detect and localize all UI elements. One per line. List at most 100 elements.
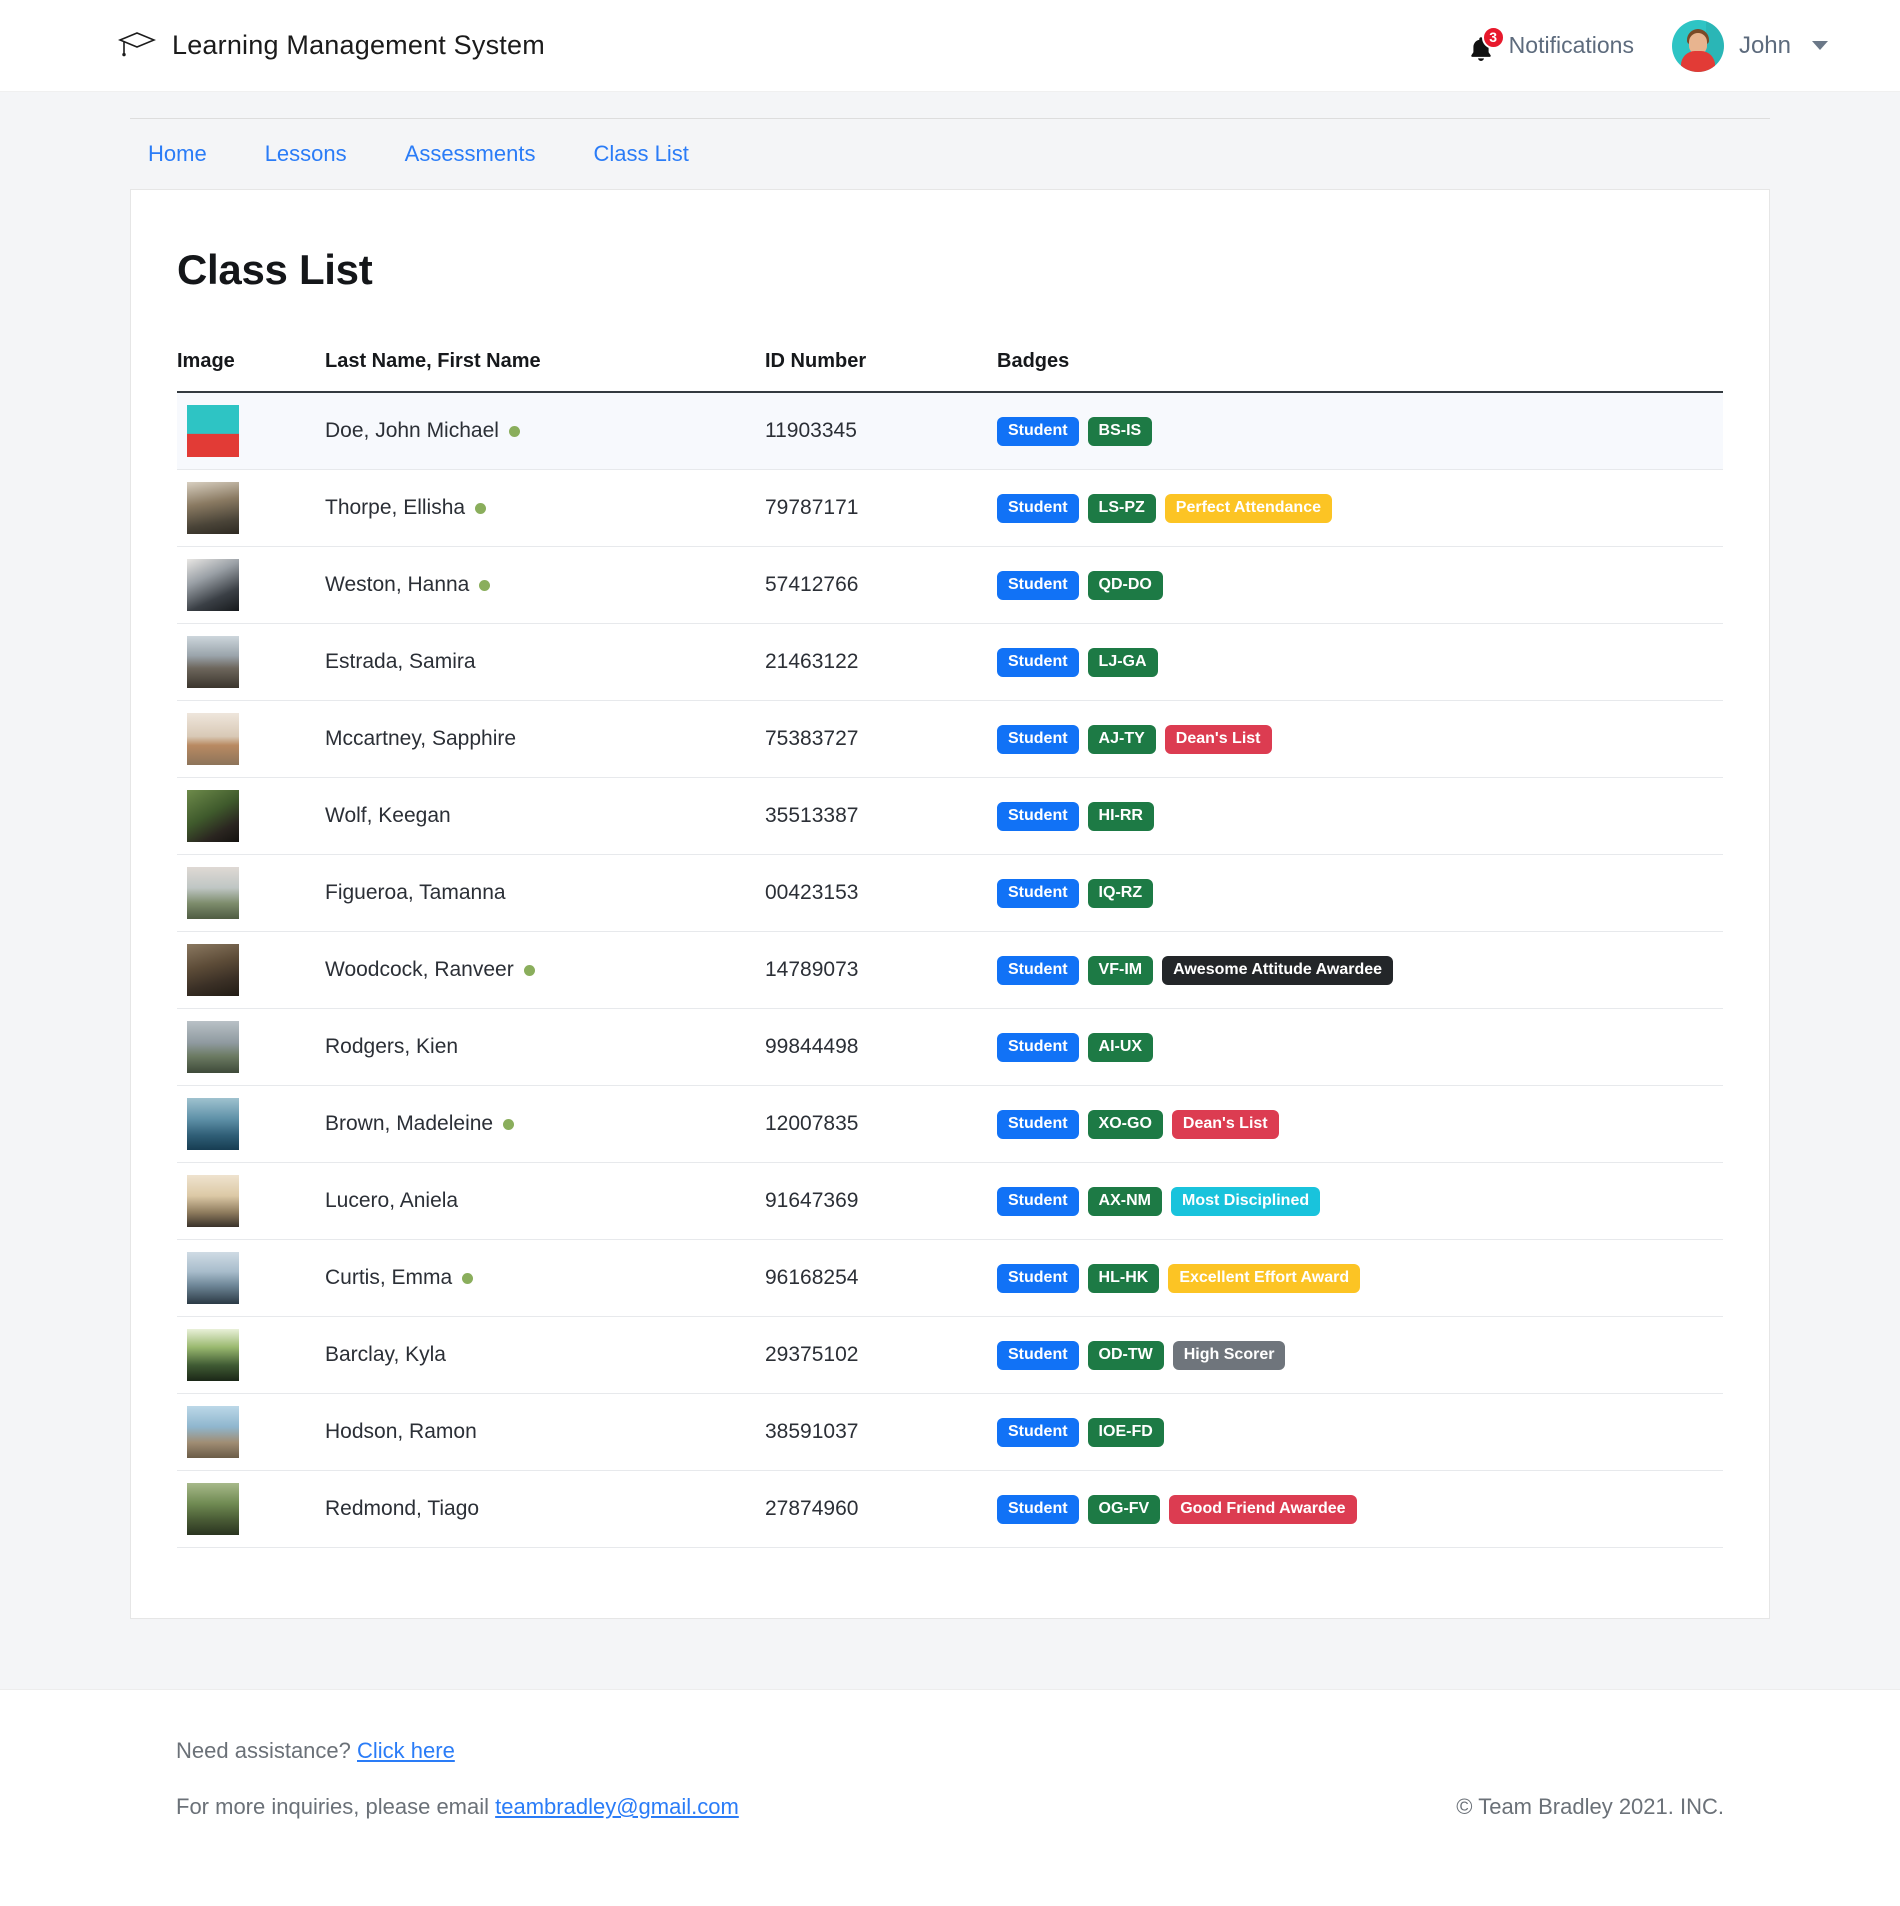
student-name-cell: Doe, John Michael: [325, 392, 765, 470]
student-id-cell: 21463122: [765, 623, 997, 701]
user-menu[interactable]: John: [1671, 19, 1828, 72]
notifications-button[interactable]: 3 Notifications: [1468, 25, 1634, 63]
table-row[interactable]: Barclay, Kyla 29375102 Student OD-TW High Sc…: [177, 1316, 1723, 1394]
badge-most-disciplined[interactable]: Most Disciplined: [1170, 1186, 1321, 1216]
student-image-cell: [177, 1162, 325, 1240]
table-row[interactable]: Hodson, Ramon 38591037 Student IOE-FD: [177, 1393, 1723, 1471]
badge-od-tw[interactable]: OD-TW: [1087, 1340, 1164, 1370]
student-badges-cell: Student BS-IS: [997, 392, 1723, 470]
page-container: Class List Image Last Name, First Name ID …: [130, 189, 1770, 1689]
click-here-link[interactable]: Click here: [357, 1738, 455, 1763]
badge-student[interactable]: Student: [997, 1263, 1079, 1293]
student-name-cell: Curtis, Emma: [325, 1239, 765, 1317]
badge-ls-pz[interactable]: LS-PZ: [1087, 493, 1156, 523]
student-name-cell: Redmond, Tiago: [325, 1470, 765, 1548]
table-row[interactable]: Woodcock, Ranveer 14789073 Student VF-IM Awe…: [177, 931, 1723, 1009]
forest-road-thumb: [187, 1329, 239, 1381]
table-row[interactable]: Figueroa, Tamanna 00423153 Student IQ-RZ: [177, 854, 1723, 932]
student-name-cell: Mccartney, Sapphire: [325, 700, 765, 778]
badge-dean-s-list[interactable]: Dean's List: [1171, 1109, 1279, 1139]
subnav-item-lessons[interactable]: Lessons: [265, 141, 375, 167]
badge-student[interactable]: Student: [997, 1340, 1079, 1370]
chevron-down-icon[interactable]: [1812, 41, 1828, 50]
table-row[interactable]: Mccartney, Sapphire 75383727 Student AJ-TY D…: [177, 700, 1723, 778]
subnav-item-assessments[interactable]: Assessments: [405, 141, 564, 167]
student-image-cell: [177, 469, 325, 547]
student-name-cell: Rodgers, Kien: [325, 1008, 765, 1086]
badge-lj-ga[interactable]: LJ-GA: [1087, 647, 1158, 677]
column-header-last-name-first-name: Last Name, First Name: [325, 350, 765, 393]
student-badges-cell: Student QD-DO: [997, 546, 1723, 624]
table-row[interactable]: Redmond, Tiago 27874960 Student OG-FV Good F…: [177, 1470, 1723, 1548]
table-row[interactable]: Rodgers, Kien 99844498 Student AI-UX: [177, 1008, 1723, 1086]
table-row[interactable]: Curtis, Emma 96168254 Student HL-HK Excellen…: [177, 1239, 1723, 1317]
badge-student[interactable]: Student: [997, 1494, 1079, 1524]
badge-vf-im[interactable]: VF-IM: [1087, 955, 1154, 985]
email-link[interactable]: teambradley@gmail.com: [495, 1794, 739, 1819]
navbar-right: 3 Notifications John: [1468, 19, 1828, 72]
badge-student[interactable]: Student: [997, 1032, 1079, 1062]
student-id-cell: 38591037: [765, 1393, 997, 1471]
badge-student[interactable]: Student: [997, 801, 1079, 831]
student-image-cell: [177, 1316, 325, 1394]
top-navbar: Learning Management System 3 Notificatio…: [0, 0, 1900, 92]
badge-student[interactable]: Student: [997, 493, 1079, 523]
student-id-cell: 29375102: [765, 1316, 997, 1394]
badge-excellent-effort-award[interactable]: Excellent Effort Award: [1168, 1263, 1361, 1293]
student-name: Brown, Madeleine: [325, 1112, 494, 1135]
name-wrapper: Weston, Hanna: [325, 573, 765, 597]
student-name-cell: Barclay, Kyla: [325, 1316, 765, 1394]
badge-student[interactable]: Student: [997, 955, 1079, 985]
footer-inner: Need assistance? Click here For more inq…: [130, 1738, 1770, 1820]
table-row[interactable]: Thorpe, Ellisha 79787171 Student LS-PZ Perfe…: [177, 469, 1723, 547]
table-row[interactable]: Brown, Madeleine 12007835 Student XO-GO Dean…: [177, 1085, 1723, 1163]
badge-bs-is[interactable]: BS-IS: [1087, 416, 1153, 446]
class-list-table: Image Last Name, First Name ID Number Badge…: [177, 350, 1723, 1548]
badge-student[interactable]: Student: [997, 878, 1079, 908]
badge-aj-ty[interactable]: AJ-TY: [1087, 724, 1156, 754]
badge-student[interactable]: Student: [997, 1109, 1079, 1139]
subnav-item-home[interactable]: Home: [148, 141, 235, 167]
badge-ax-nm[interactable]: AX-NM: [1087, 1186, 1162, 1216]
clouds-sunset-thumb: [187, 1175, 239, 1227]
footer-assistance-text: Need assistance?: [176, 1738, 357, 1763]
badge-xo-go[interactable]: XO-GO: [1087, 1109, 1163, 1139]
student-name-cell: Figueroa, Tamanna: [325, 854, 765, 932]
badge-qd-do[interactable]: QD-DO: [1087, 570, 1163, 600]
badge-awesome-attitude-awardee[interactable]: Awesome Attitude Awardee: [1162, 955, 1394, 985]
brand[interactable]: Learning Management System: [117, 29, 545, 63]
badge-student[interactable]: Student: [997, 647, 1079, 677]
student-badges-cell: Student IQ-RZ: [997, 854, 1723, 932]
badge-student[interactable]: Student: [997, 570, 1079, 600]
student-badges-cell: Student IOE-FD: [997, 1393, 1723, 1471]
graduation-cap-icon: [117, 29, 157, 63]
hill-dusk-thumb: [187, 867, 239, 919]
table-row[interactable]: Wolf, Keegan 35513387 Student HI-RR: [177, 777, 1723, 855]
name-wrapper: Curtis, Emma: [325, 1266, 765, 1290]
badge-dean-s-list[interactable]: Dean's List: [1164, 724, 1272, 754]
badge-ioe-fd[interactable]: IOE-FD: [1087, 1417, 1164, 1447]
bear-thumb: [187, 944, 239, 996]
badge-perfect-attendance[interactable]: Perfect Attendance: [1164, 493, 1332, 523]
subnav-item-class-list[interactable]: Class List: [593, 141, 716, 167]
table-row[interactable]: Estrada, Samira 21463122 Student LJ-GA: [177, 623, 1723, 701]
badge-ai-ux[interactable]: AI-UX: [1087, 1032, 1154, 1062]
badge-hi-rr[interactable]: HI-RR: [1087, 801, 1154, 831]
badge-hl-hk[interactable]: HL-HK: [1087, 1263, 1160, 1293]
student-id-cell: 35513387: [765, 777, 997, 855]
table-row[interactable]: Lucero, Aniela 91647369 Student AX-NM Most D…: [177, 1162, 1723, 1240]
badge-high-scorer[interactable]: High Scorer: [1172, 1340, 1286, 1370]
student-badges-cell: Student HI-RR: [997, 777, 1723, 855]
badge-student[interactable]: Student: [997, 724, 1079, 754]
badge-og-fv[interactable]: OG-FV: [1087, 1494, 1161, 1524]
badge-iq-rz[interactable]: IQ-RZ: [1087, 878, 1154, 908]
table-row[interactable]: Weston, Hanna 57412766 Student QD-DO: [177, 546, 1723, 624]
student-id-cell: 27874960: [765, 1470, 997, 1548]
badge-student[interactable]: Student: [997, 1186, 1079, 1216]
badge-good-friend-awardee[interactable]: Good Friend Awardee: [1169, 1494, 1357, 1524]
badge-student[interactable]: Student: [997, 416, 1079, 446]
table-row[interactable]: Doe, John Michael 11903345 Student BS-IS: [177, 392, 1723, 470]
student-name: Wolf, Keegan: [325, 804, 451, 827]
badge-student[interactable]: Student: [997, 1417, 1079, 1447]
name-wrapper: Rodgers, Kien: [325, 1035, 765, 1059]
